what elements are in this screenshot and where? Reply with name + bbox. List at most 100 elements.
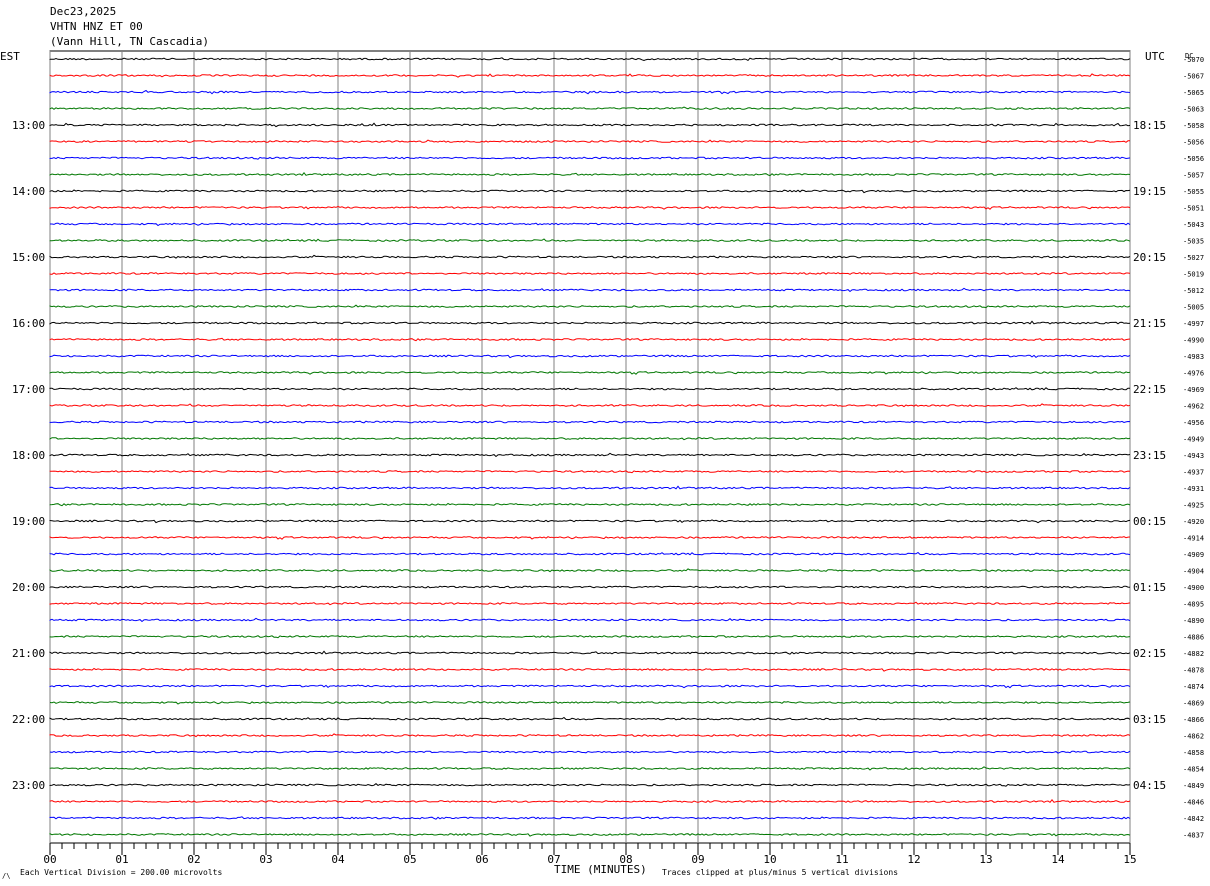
dc-offset-label: -5055 bbox=[1183, 188, 1204, 196]
x-tick-label: 03 bbox=[259, 853, 272, 866]
seismic-trace bbox=[49, 667, 1130, 672]
dc-offset-label: -4990 bbox=[1183, 337, 1204, 345]
dc-offset-label: -4858 bbox=[1183, 749, 1204, 757]
dc-offset-label: -4849 bbox=[1183, 782, 1204, 790]
x-tick-label: 13 bbox=[979, 853, 992, 866]
seismic-trace bbox=[49, 798, 1131, 803]
dc-offset-label: -4886 bbox=[1183, 634, 1204, 642]
seismic-trace bbox=[49, 254, 1131, 259]
seismic-trace bbox=[50, 222, 1131, 227]
seismic-trace bbox=[49, 403, 1131, 408]
utc-hour-label: 00:15 bbox=[1133, 515, 1166, 528]
dc-offset-label: -4969 bbox=[1183, 386, 1204, 394]
seismic-trace bbox=[49, 601, 1131, 606]
right-zone-label: UTC bbox=[1145, 50, 1165, 63]
seismic-trace bbox=[49, 189, 1131, 194]
seismic-trace bbox=[49, 617, 1131, 623]
est-hour-label: 19:00 bbox=[12, 515, 45, 528]
dc-offset-label: -5056 bbox=[1183, 139, 1204, 147]
dc-offset-label: -5035 bbox=[1183, 238, 1204, 246]
dc-offset-label: -4878 bbox=[1183, 667, 1204, 675]
trace-group bbox=[49, 57, 1131, 837]
dc-offset-label: -4874 bbox=[1183, 683, 1204, 691]
seismic-trace bbox=[49, 684, 1131, 689]
seismic-trace bbox=[49, 470, 1131, 474]
seismic-trace bbox=[49, 750, 1131, 754]
utc-hour-label: 02:15 bbox=[1133, 647, 1166, 660]
seismic-trace bbox=[49, 452, 1131, 458]
seismic-trace bbox=[49, 139, 1130, 143]
helicorder-plot: 00 01 02 03 04 05 06 07 08 09 10 11 12 13 14 15-5070-50… bbox=[0, 50, 1204, 880]
seismic-trace bbox=[49, 502, 1131, 507]
utc-hour-label: 04:15 bbox=[1133, 779, 1166, 792]
dc-offset-label: -4866 bbox=[1183, 716, 1204, 724]
label-group: 00 01 02 03 04 05 06 07 08 09 10 11 12 13 14 15-5070-50… bbox=[12, 56, 1204, 866]
dc-offset-label: -5043 bbox=[1183, 221, 1204, 229]
seismic-trace bbox=[49, 701, 1131, 705]
utc-hour-label: 03:15 bbox=[1133, 713, 1166, 726]
dc-offset-label: -4925 bbox=[1183, 502, 1204, 510]
x-tick-label: 10 bbox=[763, 853, 776, 866]
seismic-trace bbox=[49, 337, 1131, 342]
x-tick-label: 09 bbox=[691, 853, 704, 866]
seismic-trace bbox=[49, 320, 1131, 325]
x-tick-label: 11 bbox=[835, 853, 848, 866]
dc-offset-label: -5057 bbox=[1183, 172, 1204, 180]
dc-offset-label: -4846 bbox=[1183, 799, 1204, 807]
utc-hour-label: 20:15 bbox=[1133, 251, 1166, 264]
dc-offset-label: -4943 bbox=[1183, 452, 1204, 460]
x-axis-label: TIME (MINUTES) bbox=[554, 863, 647, 876]
seismic-trace bbox=[49, 816, 1131, 820]
est-hour-label: 22:00 bbox=[12, 713, 45, 726]
dc-offset-label: -4914 bbox=[1183, 535, 1204, 543]
seismic-trace bbox=[49, 304, 1131, 309]
dc-offset-label: -5051 bbox=[1183, 205, 1204, 213]
seismic-trace bbox=[49, 387, 1131, 391]
est-hour-label: 18:00 bbox=[12, 449, 45, 462]
seismic-trace bbox=[49, 536, 1131, 540]
dc-offset-label: -4949 bbox=[1183, 436, 1204, 444]
seismic-trace bbox=[49, 89, 1131, 95]
grid bbox=[49, 50, 1131, 855]
x-tick-label: 01 bbox=[115, 853, 128, 866]
x-tick-label: 14 bbox=[1051, 853, 1065, 866]
dc-offset-label: -4890 bbox=[1183, 617, 1204, 625]
x-tick-label: 15 bbox=[1123, 853, 1136, 866]
seismic-trace bbox=[49, 568, 1131, 573]
x-tick-label: 05 bbox=[403, 853, 416, 866]
est-hour-label: 23:00 bbox=[12, 779, 45, 792]
dc-offset-label: -4931 bbox=[1183, 485, 1204, 493]
dc-offset-label: -4956 bbox=[1183, 419, 1204, 427]
seismic-trace bbox=[49, 585, 1131, 589]
seismic-trace bbox=[49, 783, 1131, 787]
plot-frame bbox=[49, 50, 1131, 844]
seismic-trace bbox=[49, 420, 1131, 424]
seismic-trace bbox=[49, 57, 1131, 62]
est-hour-label: 15:00 bbox=[12, 251, 45, 264]
seismic-trace bbox=[49, 272, 1131, 276]
dc-offset-label: -4895 bbox=[1183, 601, 1204, 609]
dc-offset-label: -4937 bbox=[1183, 469, 1204, 477]
utc-hour-label: 22:15 bbox=[1133, 383, 1166, 396]
dc-offset-label: -4983 bbox=[1183, 353, 1204, 361]
seismic-trace bbox=[49, 766, 1131, 771]
x-tick-label: 02 bbox=[187, 853, 200, 866]
seismic-trace bbox=[49, 106, 1131, 110]
utc-hour-label: 01:15 bbox=[1133, 581, 1166, 594]
seismic-trace bbox=[49, 171, 1131, 177]
est-hour-label: 17:00 bbox=[12, 383, 45, 396]
corner-mark: /\ bbox=[2, 872, 10, 880]
seismic-trace bbox=[49, 122, 1131, 128]
seismic-trace bbox=[49, 287, 1131, 293]
dc-offset-label: -4920 bbox=[1183, 518, 1204, 526]
dc-offset-label: -5019 bbox=[1183, 271, 1204, 279]
est-hour-label: 14:00 bbox=[12, 185, 45, 198]
seismic-trace bbox=[49, 437, 1131, 441]
dc-offset-label: -4904 bbox=[1183, 568, 1204, 576]
est-hour-label: 16:00 bbox=[12, 317, 45, 330]
x-tick-label: 00 bbox=[43, 853, 56, 866]
seismic-trace bbox=[49, 832, 1131, 837]
utc-hour-label: 21:15 bbox=[1133, 317, 1166, 330]
dc-offset-label: -4909 bbox=[1183, 551, 1204, 559]
dc-offset-label: -4976 bbox=[1183, 370, 1204, 378]
